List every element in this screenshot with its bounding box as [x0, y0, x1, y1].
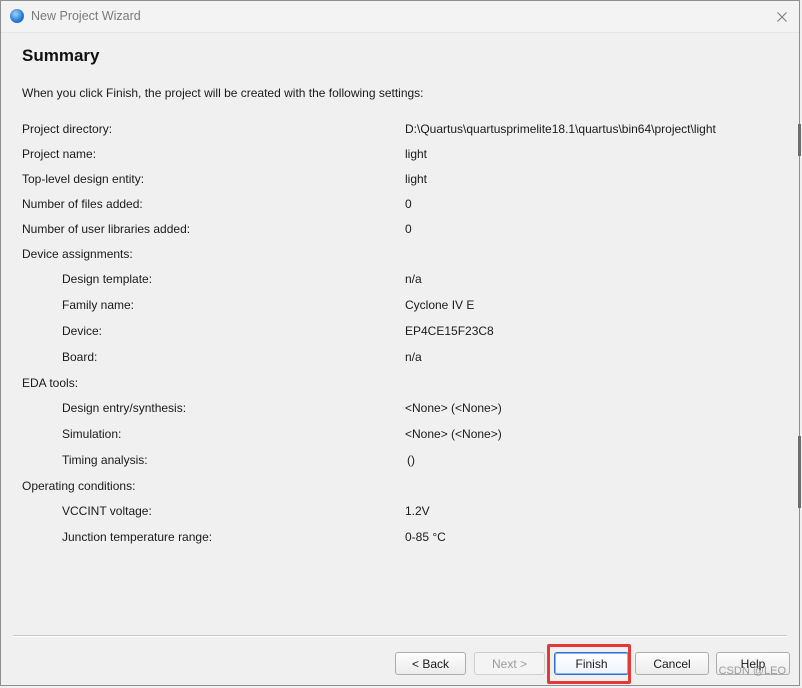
setting-label: Top-level design entity:: [22, 172, 145, 186]
close-icon: [777, 11, 787, 22]
setting-label: EDA tools:: [22, 376, 79, 390]
setting-label: Device:: [62, 324, 103, 338]
quartus-globe-icon: [10, 9, 24, 23]
page-heading: Summary: [22, 46, 100, 65]
setting-label: Timing analysis:: [62, 453, 148, 467]
new-project-wizard-window: New Project Wizard Summary When you clic…: [0, 0, 800, 686]
setting-label: VCCINT voltage:: [62, 504, 152, 518]
setting-value: 0-85 °C: [405, 530, 446, 544]
setting-label: Number of files added:: [22, 197, 143, 211]
edge-mark: [798, 436, 801, 508]
setting-label: Design entry/synthesis:: [62, 401, 187, 415]
setting-value: (): [407, 453, 415, 467]
setting-label: Project directory:: [22, 122, 113, 136]
button-separator: [13, 635, 787, 637]
setting-value: light: [405, 147, 428, 161]
setting-value: light: [405, 172, 428, 186]
title-bar: New Project Wizard: [1, 1, 799, 33]
intro-text: When you click Finish, the project will …: [22, 86, 424, 100]
setting-label: Design template:: [62, 272, 153, 286]
back-button[interactable]: < Back: [395, 652, 466, 675]
next-button[interactable]: Next >: [474, 652, 545, 675]
setting-label: Junction temperature range:: [62, 530, 213, 544]
setting-value: EP4CE15F23C8: [405, 324, 494, 338]
setting-value: 0: [405, 222, 412, 236]
finish-highlight-box: [547, 644, 631, 684]
setting-label: Number of user libraries added:: [22, 222, 191, 236]
setting-label: Board:: [62, 350, 98, 364]
setting-value: 0: [405, 197, 412, 211]
setting-value: <None> (<None>): [405, 401, 502, 415]
setting-value: 1.2V: [405, 504, 430, 518]
setting-value: n/a: [405, 272, 422, 286]
setting-label: Family name:: [62, 298, 135, 312]
setting-label: Operating conditions:: [22, 479, 136, 493]
cancel-button[interactable]: Cancel: [635, 652, 709, 675]
edge-mark: [798, 124, 801, 156]
setting-value: <None> (<None>): [405, 427, 502, 441]
watermark: CSDN @LEO: [718, 665, 786, 677]
setting-value: D:\Quartus\quartusprimelite18.1\quartus\…: [405, 122, 716, 136]
setting-value: n/a: [405, 350, 422, 364]
window-title: New Project Wizard: [31, 9, 141, 23]
setting-label: Device assignments:: [22, 247, 133, 261]
summary-panel: Summary When you click Finish, the proje…: [1, 33, 799, 685]
setting-label: Project name:: [22, 147, 97, 161]
setting-value: Cyclone IV E: [405, 298, 475, 312]
close-button[interactable]: [765, 1, 799, 32]
setting-label: Simulation:: [62, 427, 122, 441]
